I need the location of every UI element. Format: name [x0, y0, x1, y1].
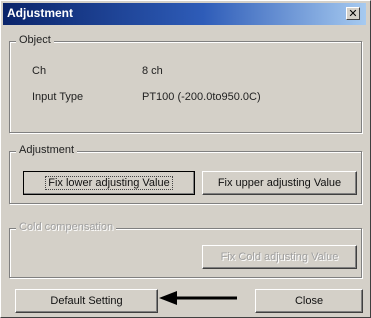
input-type-label: Input Type	[32, 91, 84, 103]
cold-compensation-group: Cold compensation Fix Cold adjusting Val…	[9, 221, 362, 278]
default-setting-button[interactable]: Default Setting	[15, 289, 158, 313]
fix-upper-button-label: Fix upper adjusting Value	[217, 177, 342, 189]
fix-lower-button-label: Fix lower adjusting Value	[45, 176, 173, 190]
object-group: Object Ch 8 ch Input Type PT100 (-200.0t…	[9, 34, 362, 133]
fix-cold-button-label: Fix Cold adjusting Value	[220, 251, 339, 263]
annotation-arrow-icon	[159, 291, 237, 305]
fix-lower-adjusting-value-button[interactable]: Fix lower adjusting Value	[23, 171, 195, 195]
close-icon[interactable]: ✕	[346, 7, 360, 20]
input-type-value: PT100 (-200.0to950.0C)	[142, 91, 261, 103]
window-title: Adjustment	[7, 6, 73, 20]
ch-value: 8 ch	[142, 65, 163, 77]
adjustment-group-legend: Adjustment	[16, 144, 78, 156]
close-button-label: Close	[294, 295, 324, 307]
ch-label: Ch	[32, 65, 47, 77]
cold-compensation-group-legend: Cold compensation	[16, 221, 117, 233]
title-bar[interactable]: Adjustment ✕	[3, 3, 366, 25]
object-group-legend: Object	[16, 34, 54, 46]
fix-cold-adjusting-value-button[interactable]: Fix Cold adjusting Value	[202, 245, 357, 269]
close-button[interactable]: Close	[255, 289, 363, 313]
adjustment-group: Adjustment Fix lower adjusting Value Fix…	[9, 144, 362, 204]
default-setting-button-label: Default Setting	[50, 295, 123, 307]
adjustment-dialog: Adjustment ✕ Object Ch 8 ch Input Type P…	[0, 0, 371, 318]
fix-upper-adjusting-value-button[interactable]: Fix upper adjusting Value	[202, 171, 357, 195]
